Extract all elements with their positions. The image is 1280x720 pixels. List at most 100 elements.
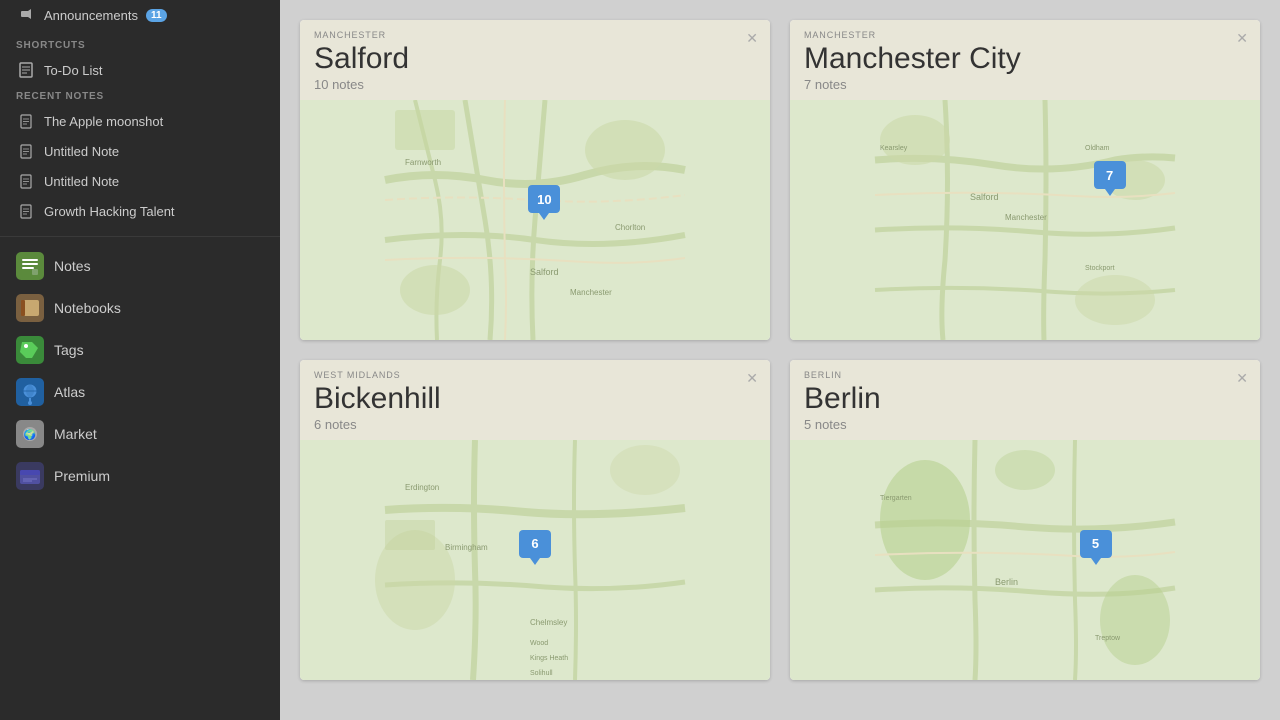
berlin-close-icon[interactable]: ✕ — [1236, 370, 1248, 387]
bickenhill-close-icon[interactable]: ✕ — [746, 370, 758, 387]
recent-note-label-0: The Apple moonshot — [44, 114, 163, 129]
salford-map: Salford Manchester Farnworth Chorlton 10 — [300, 100, 770, 340]
note-icon-2 — [16, 171, 36, 191]
salford-region: MANCHESTER — [314, 30, 756, 40]
manchester-region: MANCHESTER — [804, 30, 1246, 40]
svg-text:Tiergarten: Tiergarten — [880, 495, 912, 502]
recent-note-2[interactable]: Untitled Note — [0, 166, 280, 196]
location-card-bickenhill[interactable]: WEST MIDLANDS Bickenhill 6 notes ✕ Erdin… — [300, 360, 770, 680]
premium-nav-icon — [16, 462, 44, 490]
sidebar-item-market[interactable]: 🌍 Market — [0, 413, 280, 455]
recent-note-0[interactable]: The Apple moonshot — [0, 106, 280, 136]
notes-nav-icon — [16, 252, 44, 280]
atlas-nav-icon — [16, 378, 44, 406]
bickenhill-region: WEST MIDLANDS — [314, 370, 756, 380]
svg-text:Kings Heath: Kings Heath — [530, 655, 568, 662]
salford-pin-point — [539, 213, 549, 220]
manchester-map: Salford Manchester Kearsley Oldham Stock… — [790, 100, 1260, 340]
recent-note-label-3: Growth Hacking Talent — [44, 204, 175, 219]
manchester-close-icon[interactable]: ✕ — [1236, 30, 1248, 47]
nav-section: Notes Notebooks Tags — [0, 236, 280, 497]
berlin-notes: 5 notes — [804, 417, 1246, 432]
announcements-badge: 11 — [146, 9, 167, 22]
notebooks-nav-label: Notebooks — [54, 300, 121, 316]
bickenhill-pin-point — [530, 558, 540, 565]
todo-label: To-Do List — [44, 63, 103, 78]
svg-text:Manchester: Manchester — [570, 288, 612, 297]
sidebar-item-notebooks[interactable]: Notebooks — [0, 287, 280, 329]
sidebar-item-tags[interactable]: Tags — [0, 329, 280, 371]
tags-nav-icon — [16, 336, 44, 364]
card-header-berlin: BERLIN Berlin 5 notes ✕ — [790, 360, 1260, 440]
recent-note-1[interactable]: Untitled Note — [0, 136, 280, 166]
recent-notes-header: RECENT NOTES — [0, 85, 280, 106]
svg-text:🌍: 🌍 — [24, 428, 36, 441]
tags-nav-label: Tags — [54, 342, 84, 358]
berlin-pin: 5 — [1080, 530, 1112, 565]
svg-text:Erdington: Erdington — [405, 483, 439, 492]
location-card-berlin[interactable]: BERLIN Berlin 5 notes ✕ Berlin Tiergarte… — [790, 360, 1260, 680]
bickenhill-title: Bickenhill — [314, 382, 756, 415]
salford-close-icon[interactable]: ✕ — [746, 30, 758, 47]
manchester-pin-count: 7 — [1094, 161, 1126, 189]
svg-text:Salford: Salford — [530, 267, 559, 277]
sidebar-item-notes[interactable]: Notes — [0, 245, 280, 287]
sidebar-item-todo[interactable]: To-Do List — [0, 55, 280, 85]
atlas-main: MANCHESTER Salford 10 notes ✕ — [280, 0, 1280, 720]
svg-text:Solihull: Solihull — [530, 670, 553, 677]
berlin-pin-point — [1091, 558, 1101, 565]
notes-nav-label: Notes — [54, 258, 91, 274]
note-icon-1 — [16, 141, 36, 161]
location-card-manchester[interactable]: MANCHESTER Manchester City 7 notes ✕ Sal… — [790, 20, 1260, 340]
svg-text:Berlin: Berlin — [995, 577, 1018, 587]
market-nav-icon: 🌍 — [16, 420, 44, 448]
bickenhill-pin-count: 6 — [519, 530, 551, 558]
location-card-salford[interactable]: MANCHESTER Salford 10 notes ✕ — [300, 20, 770, 340]
berlin-region: BERLIN — [804, 370, 1246, 380]
premium-nav-label: Premium — [54, 468, 110, 484]
berlin-pin-count: 5 — [1080, 530, 1112, 558]
sidebar: Announcements 11 SHORTCUTS To-Do List RE… — [0, 0, 280, 720]
manchester-notes: 7 notes — [804, 77, 1246, 92]
berlin-map: Berlin Tiergarten Treptow 5 — [790, 440, 1260, 680]
manchester-title: Manchester City — [804, 42, 1246, 75]
svg-text:Salford: Salford — [970, 192, 999, 202]
card-header-salford: MANCHESTER Salford 10 notes ✕ — [300, 20, 770, 100]
market-nav-label: Market — [54, 426, 97, 442]
todo-icon — [16, 60, 36, 80]
recent-note-label-2: Untitled Note — [44, 174, 119, 189]
recent-note-3[interactable]: Growth Hacking Talent — [0, 196, 280, 226]
recent-note-label-1: Untitled Note — [44, 144, 119, 159]
svg-text:Chorlton: Chorlton — [615, 223, 645, 232]
svg-text:Kearsley: Kearsley — [880, 145, 908, 152]
sidebar-item-premium[interactable]: Premium — [0, 455, 280, 497]
salford-pin-count: 10 — [528, 185, 560, 213]
note-icon-3 — [16, 201, 36, 221]
shortcuts-header: SHORTCUTS — [0, 30, 280, 55]
sidebar-item-announcements[interactable]: Announcements 11 — [0, 0, 280, 30]
svg-text:Treptow: Treptow — [1095, 635, 1121, 642]
svg-text:Farnworth: Farnworth — [405, 158, 441, 167]
card-header-manchester: MANCHESTER Manchester City 7 notes ✕ — [790, 20, 1260, 100]
atlas-nav-label: Atlas — [54, 384, 85, 400]
announcements-label: Announcements — [44, 8, 138, 23]
manchester-pin-point — [1105, 189, 1115, 196]
card-header-bickenhill: WEST MIDLANDS Bickenhill 6 notes ✕ — [300, 360, 770, 440]
berlin-title: Berlin — [804, 382, 1246, 415]
bickenhill-pin: 6 — [519, 530, 551, 565]
svg-text:Wood: Wood — [530, 640, 548, 647]
notebooks-nav-icon — [16, 294, 44, 322]
manchester-pin: 7 — [1094, 161, 1126, 196]
salford-title: Salford — [314, 42, 756, 75]
svg-text:Chelmsley: Chelmsley — [530, 618, 567, 627]
svg-text:Manchester: Manchester — [1005, 213, 1047, 222]
salford-notes: 10 notes — [314, 77, 756, 92]
svg-text:Oldham: Oldham — [1085, 145, 1110, 152]
sidebar-item-atlas[interactable]: Atlas — [0, 371, 280, 413]
salford-pin: 10 — [528, 185, 560, 220]
note-icon-0 — [16, 111, 36, 131]
bickenhill-map: Erdington Birmingham Chelmsley Wood King… — [300, 440, 770, 680]
svg-text:Stockport: Stockport — [1085, 265, 1115, 272]
svg-text:Birmingham: Birmingham — [445, 543, 488, 552]
bickenhill-notes: 6 notes — [314, 417, 756, 432]
